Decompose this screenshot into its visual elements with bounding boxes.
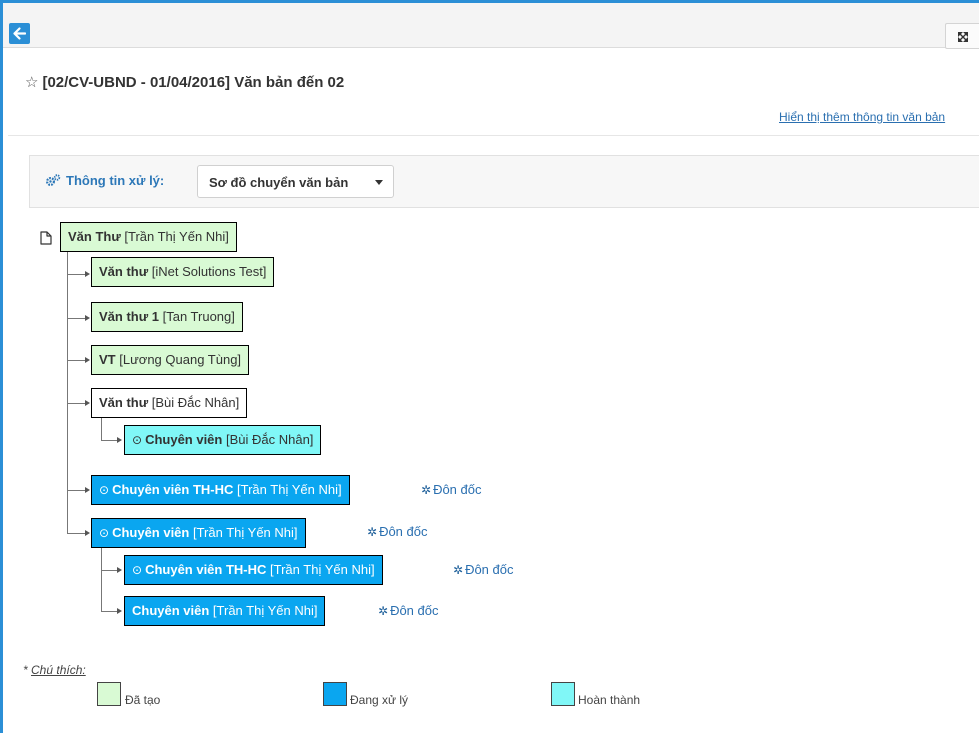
tree-connector <box>101 416 102 440</box>
arrow-right-icon <box>117 567 122 573</box>
urge-label: Đôn đốc <box>465 562 514 577</box>
node-person: [Lương Quang Tùng] <box>119 352 242 367</box>
legend-label-created: Đã tạo <box>125 693 161 707</box>
tree-node[interactable]: ⊙ Chuyên viên [Trần Thị Yến Nhi] <box>91 518 306 548</box>
node-role: Văn thư 1 <box>99 309 159 324</box>
node-person: [Trần Thị Yến Nhi] <box>124 229 229 244</box>
tree-node[interactable]: Văn thư [iNet Solutions Test] <box>91 257 275 287</box>
node-person: [Tan Truong] <box>162 309 235 324</box>
caret-down-icon <box>375 180 383 185</box>
tree-node-root[interactable]: Văn Thư [Trần Thị Yến Nhi] <box>60 222 237 252</box>
legend-title-text: Chú thích: <box>31 663 86 677</box>
tree-connector <box>67 533 85 534</box>
gear-icon: ✲ <box>453 563 464 577</box>
node-role: Chuyên viên TH-HC <box>112 482 234 497</box>
urge-link[interactable]: ✲ Đôn đốc <box>453 562 513 577</box>
view-select-dropdown[interactable]: Sơ đồ chuyển văn bản <box>197 165 394 198</box>
toolbar <box>3 3 979 48</box>
tree-node[interactable]: ⊙ Chuyên viên [Bùi Đắc Nhân] <box>124 425 322 455</box>
arrow-right-icon <box>85 400 90 406</box>
node-role: Chuyên viên <box>132 603 210 618</box>
tree-node[interactable]: ⊙ Chuyên viên TH-HC [Trần Thị Yến Nhi] <box>91 475 350 505</box>
urge-label: Đôn đốc <box>433 482 482 497</box>
expand-icon <box>958 32 968 42</box>
tree-node[interactable]: Chuyên viên [Trần Thị Yến Nhi] <box>124 596 326 626</box>
node-person: [Trần Thị Yến Nhi] <box>270 562 375 577</box>
node-person: [Bùi Đắc Nhân] <box>225 432 314 447</box>
document-title: [02/CV-UBND - 01/04/2016] Văn bản đến 02 <box>42 74 345 91</box>
tree-connector <box>101 570 117 571</box>
node-person: [Bùi Đắc Nhân] <box>151 395 240 410</box>
arrow-right-icon <box>85 357 90 363</box>
node-role: Văn thư <box>99 264 149 279</box>
urge-link[interactable]: ✲ Đôn đốc <box>421 482 481 497</box>
tree-connector <box>101 440 117 441</box>
legend-swatch-completed <box>551 682 575 706</box>
gear-icon: ✲ <box>367 525 378 539</box>
check-circle-icon: ⊙ <box>132 563 143 577</box>
gear-icon: ✲ <box>378 604 389 618</box>
tree-node[interactable]: VT [Lương Quang Tùng] <box>91 345 250 375</box>
urge-link[interactable]: ✲ Đôn đốc <box>378 603 438 618</box>
gears-icon <box>45 174 61 187</box>
tree-connector <box>67 360 85 361</box>
legend-swatch-processing <box>323 682 347 706</box>
tree-connector <box>67 490 85 491</box>
divider <box>8 135 979 136</box>
arrow-right-icon <box>85 487 90 493</box>
arrow-right-icon <box>85 530 90 536</box>
arrow-right-icon <box>85 315 90 321</box>
arrow-right-icon <box>117 437 122 443</box>
legend-title-prefix: * <box>23 663 32 677</box>
tree-connector <box>67 318 85 319</box>
tree-connector <box>67 403 85 404</box>
tree-connector <box>101 611 117 612</box>
document-title-row: ☆ [02/CV-UBND - 01/04/2016] Văn bản đến 0… <box>25 73 344 91</box>
node-role: Văn Thư <box>68 229 121 244</box>
star-outline-icon[interactable]: ☆ <box>25 73 38 91</box>
processing-label: Thông tin xử lý: <box>45 173 164 188</box>
tree-connector <box>101 547 102 611</box>
legend-swatch-created <box>97 682 121 706</box>
node-person: [iNet Solutions Test] <box>151 264 267 279</box>
arrow-left-icon <box>13 27 26 40</box>
urge-label: Đôn đốc <box>379 524 428 539</box>
processing-panel <box>29 155 979 208</box>
node-person: [Trần Thị Yến Nhi] <box>192 525 298 540</box>
processing-label-text: Thông tin xử lý: <box>66 173 165 188</box>
urge-label: Đôn đốc <box>390 603 439 618</box>
tree-connector <box>67 274 85 275</box>
file-icon <box>40 231 52 245</box>
node-person: [Trần Thị Yến Nhi] <box>237 482 342 497</box>
view-select-value: Sơ đồ chuyển văn bản <box>209 175 349 190</box>
tree-node[interactable]: Văn thư [Bùi Đắc Nhân] <box>91 388 248 418</box>
arrow-right-icon <box>117 608 122 614</box>
arrow-right-icon <box>85 271 90 277</box>
node-role: Văn thư <box>99 395 149 410</box>
node-role: Chuyên viên <box>145 432 223 447</box>
node-role: VT <box>99 352 116 367</box>
node-person: [Trần Thị Yến Nhi] <box>212 603 318 618</box>
back-button[interactable] <box>9 23 30 44</box>
check-circle-icon: ⊙ <box>132 433 143 447</box>
legend-label-processing: Đang xử lý <box>350 693 409 707</box>
gear-icon: ✲ <box>421 483 432 497</box>
check-circle-icon: ⊙ <box>99 483 110 497</box>
more-info-link[interactable]: Hiển thị thêm thông tin văn bản <box>779 110 945 124</box>
legend-title: * Chú thích: <box>23 663 86 677</box>
tree-node[interactable]: ⊙ Chuyên viên TH-HC [Trần Thị Yến Nhi] <box>124 555 383 585</box>
check-circle-icon: ⊙ <box>99 526 110 540</box>
expand-button[interactable] <box>945 23 979 49</box>
node-role: Chuyên viên <box>112 525 190 540</box>
node-role: Chuyên viên TH-HC <box>145 562 267 577</box>
window-left-border <box>0 0 3 733</box>
urge-link[interactable]: ✲ Đôn đốc <box>367 524 427 539</box>
legend-label-completed: Hoàn thành <box>578 693 641 707</box>
tree-node[interactable]: Văn thư 1 [Tan Truong] <box>91 302 243 332</box>
